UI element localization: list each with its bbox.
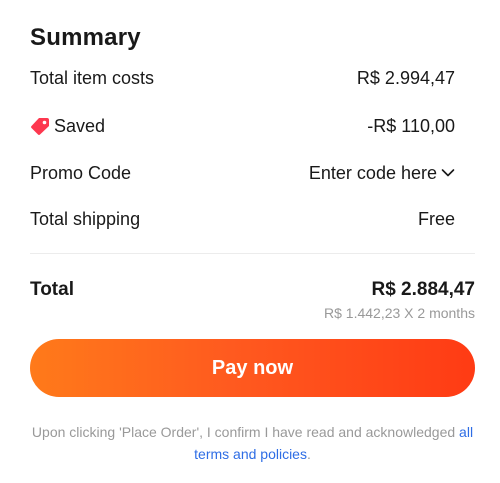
total-item-costs-row: Total item costs R$ 2.994,47 <box>30 65 455 91</box>
installments-text: R$ 1.442,23 X 2 months <box>324 305 475 321</box>
total-label: Total <box>30 279 74 300</box>
total-item-costs-value: R$ 2.994,47 <box>356 67 455 88</box>
saved-label: Saved <box>54 115 106 136</box>
terms-notice-text: Upon clicking 'Place Order', I confirm I… <box>31 424 456 440</box>
pay-now-button[interactable]: Pay now <box>30 339 475 397</box>
terms-notice: Upon clicking 'Place Order', I confirm I… <box>30 421 475 465</box>
summary-title: Summary <box>30 24 141 51</box>
promo-code-label: Promo Code <box>30 162 132 183</box>
saved-label-group: Saved <box>30 116 105 137</box>
summary-divider <box>30 253 475 254</box>
total-item-costs-label: Total item costs <box>30 67 155 88</box>
promo-code-value: Enter code here <box>308 162 437 183</box>
total-shipping-label: Total shipping <box>30 208 141 229</box>
promo-code-row: Promo Code Enter code here <box>30 160 455 186</box>
chevron-down-icon <box>441 169 455 177</box>
terms-notice-suffix: . <box>306 446 311 462</box>
saved-row: Saved -R$ 110,00 <box>30 113 455 139</box>
total-shipping-row: Total shipping Free <box>30 206 455 232</box>
saved-value: -R$ 110,00 <box>367 115 455 136</box>
price-tag-icon <box>31 118 49 135</box>
total-shipping-value: Free <box>417 208 455 229</box>
promo-code-button[interactable]: Enter code here <box>309 163 455 184</box>
total-value: R$ 2.884,47 <box>371 279 475 300</box>
